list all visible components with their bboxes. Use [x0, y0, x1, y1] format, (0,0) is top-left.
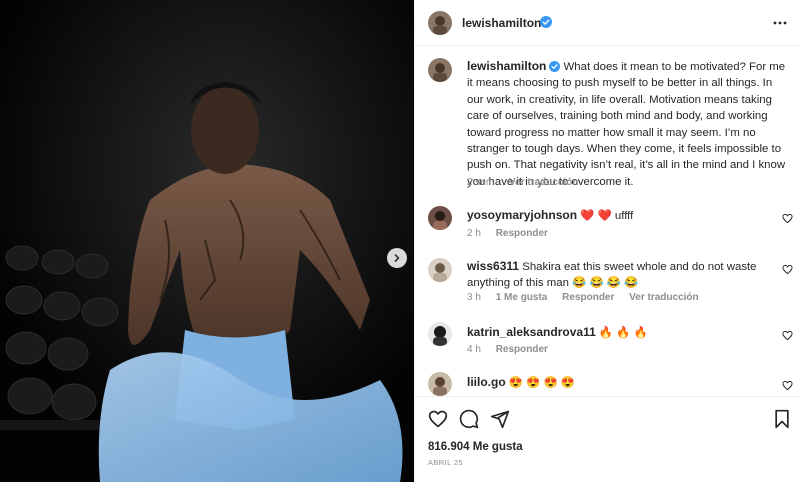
- comment-item: liilo.go 😍 😍 😍 😍: [467, 374, 767, 391]
- comment-heart-icon[interactable]: [782, 380, 793, 391]
- comment-time: 3 h: [467, 292, 481, 303]
- reply-button[interactable]: Responder: [496, 228, 548, 239]
- comment-avatar[interactable]: [428, 372, 452, 396]
- caption-username[interactable]: lewishamilton: [467, 59, 546, 73]
- comment-avatar[interactable]: [428, 322, 452, 346]
- likes-count[interactable]: 816.904 Me gusta: [428, 441, 523, 453]
- comment-avatar[interactable]: [428, 258, 452, 282]
- comment-item: yosoymaryjohnson ❤️ ❤️ uffff: [467, 207, 767, 224]
- comment-likes[interactable]: 1 Me gusta: [496, 292, 548, 303]
- comment-time: 2 h: [467, 228, 481, 239]
- author-avatar[interactable]: [428, 11, 452, 35]
- comment-text: 🔥 🔥 🔥: [598, 327, 648, 339]
- comment-item: wiss6311 Shakira eat this sweet whole an…: [467, 258, 767, 292]
- comment-text: 😍 😍 😍 😍: [508, 377, 576, 389]
- author-username[interactable]: lewishamilton: [462, 16, 541, 30]
- comment-meta: 3 h 1 Me gusta Responder Ver traducción: [467, 292, 711, 303]
- comment-meta: 2 h Responder: [467, 228, 560, 239]
- comment-username[interactable]: liilo.go: [467, 375, 506, 389]
- comment-username[interactable]: katrin_aleksandrova11: [467, 325, 596, 339]
- reply-button[interactable]: Responder: [496, 344, 548, 355]
- caption-text: What does it mean to be motivated? For m…: [467, 61, 786, 188]
- verified-badge-icon: [549, 61, 561, 72]
- comment-icon[interactable]: [459, 409, 479, 429]
- heart-icon[interactable]: [428, 409, 448, 429]
- post-caption: lewishamilton What does it mean to be mo…: [467, 58, 789, 190]
- caption-time: 2 sem: [467, 177, 495, 188]
- caption-avatar[interactable]: [428, 58, 452, 82]
- see-translation-link[interactable]: Ver traducción: [629, 292, 698, 303]
- post-photo: [0, 0, 414, 482]
- post-side-panel: lewishamilton lewishamilton What does it…: [414, 0, 800, 482]
- caption-meta: 2 sem Ver traducción: [467, 177, 590, 188]
- bookmark-icon[interactable]: [773, 409, 791, 429]
- comment-username[interactable]: wiss6311: [467, 259, 519, 273]
- comment-text: ❤️ ❤️ uffff: [580, 210, 634, 222]
- reply-button[interactable]: Responder: [562, 292, 614, 303]
- comment-username[interactable]: yosoymaryjohnson: [467, 208, 577, 222]
- comment-time: 4 h: [467, 344, 481, 355]
- next-photo-button[interactable]: [387, 248, 407, 268]
- comments-scroll-area[interactable]: lewishamilton What does it mean to be mo…: [415, 46, 800, 396]
- comment-item: katrin_aleksandrova11 🔥 🔥 🔥: [467, 324, 767, 341]
- see-translation-link[interactable]: Ver traducción: [509, 177, 578, 188]
- comment-heart-icon[interactable]: [782, 330, 793, 341]
- verified-badge-icon: [540, 16, 552, 28]
- comment-heart-icon[interactable]: [782, 213, 793, 224]
- post-date: ABRIL 25: [428, 458, 464, 467]
- post-actions: 816.904 Me gusta ABRIL 25: [415, 396, 800, 482]
- photo-image: [0, 0, 414, 482]
- more-options-icon[interactable]: [773, 16, 787, 30]
- comment-meta: 4 h Responder: [467, 344, 560, 355]
- chevron-right-icon: [394, 254, 400, 262]
- comment-heart-icon[interactable]: [782, 264, 793, 275]
- comment-avatar[interactable]: [428, 206, 452, 230]
- share-icon[interactable]: [490, 409, 510, 429]
- post-header: lewishamilton: [415, 0, 800, 46]
